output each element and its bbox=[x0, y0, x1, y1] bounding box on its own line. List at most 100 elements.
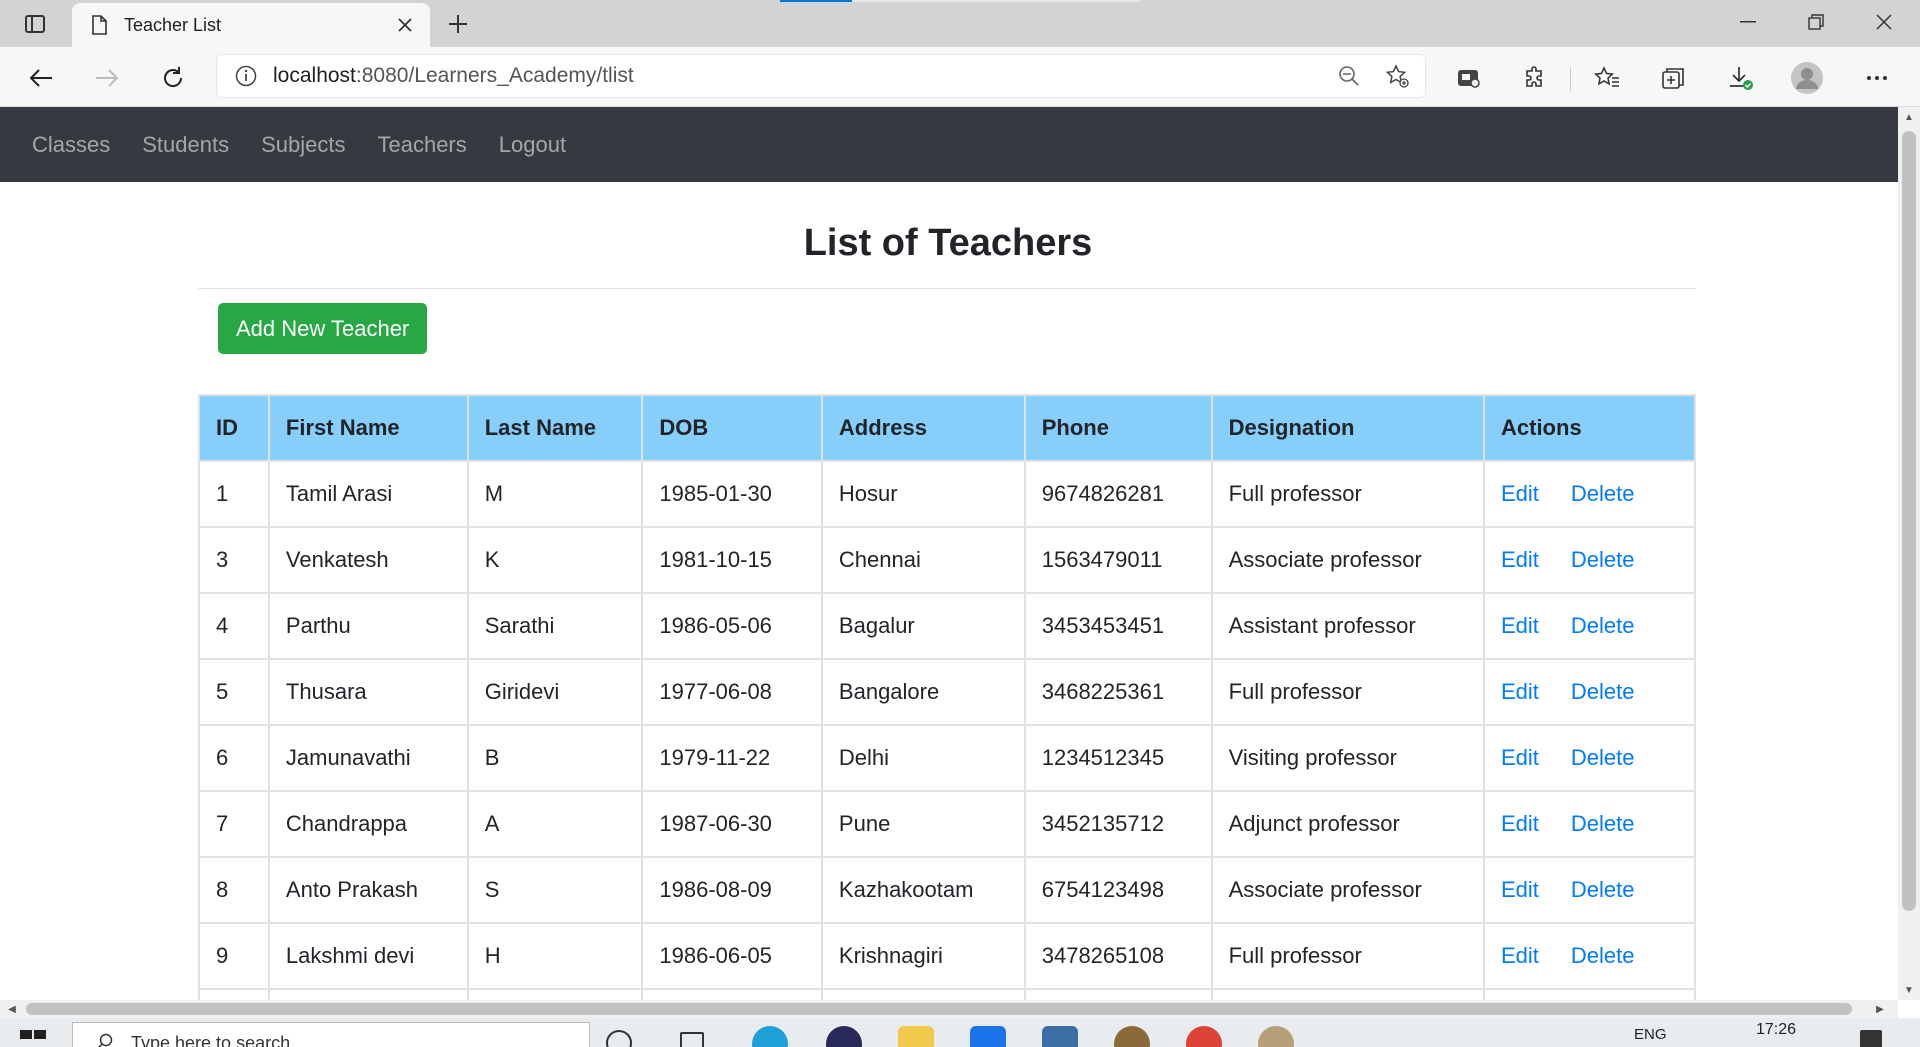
nav-logout[interactable]: Logout bbox=[499, 132, 566, 158]
edit-link[interactable]: Edit bbox=[1501, 745, 1539, 770]
edit-link[interactable]: Edit bbox=[1501, 547, 1539, 572]
edit-link[interactable]: Edit bbox=[1501, 481, 1539, 506]
profile-button[interactable] bbox=[1788, 59, 1826, 97]
cortana-icon[interactable] bbox=[606, 1030, 632, 1047]
immersive-reader-button[interactable] bbox=[1450, 59, 1488, 97]
page-title: List of Teachers bbox=[803, 222, 1093, 264]
address-bar[interactable]: localhost:8080/Learners_Academy/tlist bbox=[216, 54, 1426, 98]
reader-icon bbox=[1458, 70, 1480, 88]
back-button[interactable] bbox=[22, 59, 60, 97]
nav-subjects[interactable]: Subjects bbox=[261, 132, 345, 158]
favorites-button[interactable] bbox=[1588, 59, 1626, 97]
cell-id: 6 bbox=[198, 724, 270, 792]
cell-actions: Edit Delete bbox=[1483, 592, 1696, 660]
chrome-browser-icon[interactable] bbox=[1186, 1026, 1222, 1047]
cell-id: 1 bbox=[198, 460, 270, 528]
forward-button[interactable] bbox=[88, 59, 126, 97]
task-view-icon[interactable] bbox=[680, 1032, 704, 1047]
more-menu-button[interactable] bbox=[1858, 59, 1896, 97]
new-tab-button[interactable] bbox=[440, 6, 476, 42]
database-app-icon[interactable] bbox=[1042, 1026, 1078, 1047]
store-app-icon[interactable] bbox=[970, 1026, 1006, 1047]
paint-app-icon[interactable] bbox=[1258, 1026, 1294, 1047]
windows-start-icon[interactable] bbox=[20, 1030, 48, 1047]
column-header-designation: Designation bbox=[1210, 394, 1486, 462]
nav-classes[interactable]: Classes bbox=[32, 132, 110, 158]
vertical-scrollbar[interactable]: ▲ ▼ bbox=[1898, 107, 1920, 1000]
vertical-scroll-thumb[interactable] bbox=[1902, 131, 1916, 911]
delete-link[interactable]: Delete bbox=[1571, 547, 1635, 572]
close-window-button[interactable] bbox=[1850, 0, 1918, 44]
server-app-icon[interactable] bbox=[1114, 1026, 1150, 1047]
add-favorite-icon[interactable] bbox=[1377, 56, 1417, 96]
delete-link[interactable]: Delete bbox=[1571, 613, 1635, 638]
table-row: 3 Venkatesh K 1981-10-15 Chennai 1563479011 As… bbox=[198, 526, 1696, 594]
cell-designation: Full professor bbox=[1210, 460, 1486, 528]
scroll-right-arrow-icon[interactable]: ▶ bbox=[1870, 1000, 1890, 1018]
cell-last-name: B bbox=[466, 724, 644, 792]
add-new-teacher-button[interactable]: Add New Teacher bbox=[218, 303, 428, 354]
file-explorer-icon[interactable] bbox=[898, 1026, 934, 1047]
zoom-out-icon[interactable] bbox=[1329, 56, 1369, 96]
delete-link[interactable]: Delete bbox=[1571, 811, 1635, 836]
url-text[interactable]: localhost:8080/Learners_Academy/tlist bbox=[273, 64, 1329, 88]
site-info-icon[interactable] bbox=[233, 63, 259, 89]
tab-actions-button[interactable] bbox=[14, 8, 56, 40]
edit-link[interactable]: Edit bbox=[1501, 679, 1539, 704]
os-taskbar: Type here to search ENG 17:26 bbox=[0, 1018, 1920, 1047]
minimize-button[interactable] bbox=[1714, 0, 1782, 44]
scroll-left-arrow-icon[interactable]: ◀ bbox=[2, 1000, 22, 1018]
refresh-button[interactable] bbox=[154, 59, 192, 97]
scroll-down-arrow-icon[interactable]: ▼ bbox=[1898, 980, 1920, 1000]
cell-first-name: Chandrappa bbox=[267, 790, 469, 858]
taskbar-clock[interactable]: 17:26 bbox=[1756, 1021, 1796, 1039]
cell-last-name: K bbox=[466, 526, 644, 594]
delete-link[interactable]: Delete bbox=[1571, 877, 1635, 902]
favorites-icon bbox=[1594, 66, 1619, 87]
cell-first-name: Thusara bbox=[267, 658, 469, 726]
cell-id: 4 bbox=[198, 592, 270, 660]
column-header-phone: Phone bbox=[1023, 394, 1213, 462]
restore-button[interactable] bbox=[1782, 0, 1850, 44]
cell-phone: 3468225361 bbox=[1023, 658, 1213, 726]
downloads-button[interactable] bbox=[1722, 59, 1760, 97]
cell-address: Kazhakootam bbox=[820, 856, 1026, 924]
cell-id bbox=[198, 988, 270, 1000]
delete-link[interactable]: Delete bbox=[1571, 481, 1635, 506]
edit-link[interactable]: Edit bbox=[1501, 811, 1539, 836]
browser-tab-active[interactable]: Teacher List bbox=[72, 3, 430, 47]
toolbar-separator bbox=[1570, 67, 1571, 91]
nav-students[interactable]: Students bbox=[142, 132, 229, 158]
cell-designation: Adjunct professor bbox=[1210, 790, 1486, 858]
table-header-row: ID First Name Last Name DOB Address Phon… bbox=[198, 394, 1696, 462]
cell-dob: 1981-10-15 bbox=[641, 526, 823, 594]
edit-link[interactable]: Edit bbox=[1501, 613, 1539, 638]
cell-first-name: Jamunavathi bbox=[267, 724, 469, 792]
nav-teachers[interactable]: Teachers bbox=[377, 132, 466, 158]
eclipse-ide-icon[interactable] bbox=[826, 1026, 862, 1047]
language-indicator[interactable]: ENG bbox=[1634, 1026, 1667, 1043]
edge-browser-icon[interactable] bbox=[752, 1026, 788, 1047]
notifications-icon[interactable] bbox=[1860, 1030, 1882, 1047]
title-divider bbox=[198, 288, 1696, 289]
delete-link[interactable]: Delete bbox=[1571, 745, 1635, 770]
delete-link[interactable]: Delete bbox=[1571, 679, 1635, 704]
edit-link[interactable]: Edit bbox=[1501, 943, 1539, 968]
scroll-up-arrow-icon[interactable]: ▲ bbox=[1898, 107, 1920, 127]
taskbar-search-box[interactable]: Type here to search bbox=[72, 1022, 590, 1047]
horizontal-scrollbar[interactable]: ◀ ▶ bbox=[0, 1000, 1898, 1018]
extensions-button[interactable] bbox=[1516, 59, 1554, 97]
cell-address bbox=[820, 988, 1026, 1000]
cell-phone: 1563479011 bbox=[1023, 526, 1213, 594]
edit-link[interactable]: Edit bbox=[1501, 877, 1539, 902]
horizontal-scroll-thumb[interactable] bbox=[26, 1003, 1852, 1015]
table-row bbox=[198, 988, 1696, 1000]
collections-button[interactable] bbox=[1654, 59, 1692, 97]
delete-link[interactable]: Delete bbox=[1571, 943, 1635, 968]
cell-first-name: Tamil Arasi bbox=[267, 460, 469, 528]
browser-toolbar: localhost:8080/Learners_Academy/tlist bbox=[0, 47, 1920, 107]
tab-close-icon[interactable] bbox=[390, 10, 420, 40]
minimize-icon bbox=[1740, 21, 1756, 23]
cell-first-name: Anto Prakash bbox=[267, 856, 469, 924]
table-row: 9 Lakshmi devi H 1986-06-05 Krishnagiri 34782… bbox=[198, 922, 1696, 990]
